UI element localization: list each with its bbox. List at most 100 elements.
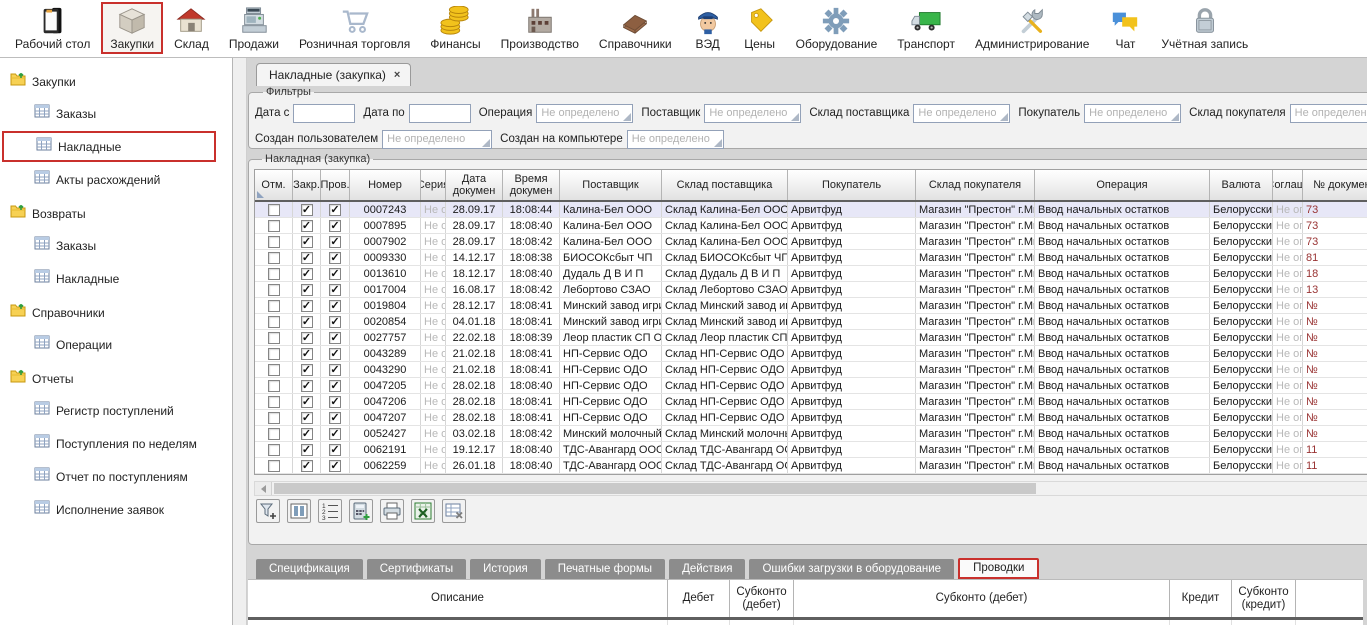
grid-tool-calculator-add-icon[interactable]: [349, 499, 373, 523]
grid-column-header-closed[interactable]: Закр.: [293, 170, 321, 200]
grid-tool-numbered-list-icon[interactable]: 123: [318, 499, 342, 523]
toolbar-button-склад[interactable]: Склад: [165, 2, 218, 54]
tree-folder-закупки[interactable]: Закупки: [0, 66, 232, 97]
grid-tool-excel-export-icon[interactable]: [411, 499, 435, 523]
checkbox-posted-checked[interactable]: ✓: [329, 204, 341, 216]
checkbox-posted-checked[interactable]: ✓: [329, 332, 341, 344]
checkbox-closed-checked[interactable]: ✓: [301, 396, 313, 408]
cell-posted[interactable]: ✓: [321, 282, 350, 297]
invoice-row-0007902[interactable]: ✓✓0007902Не определено28.09.1718:08:42Ка…: [255, 234, 1367, 250]
cell-mark[interactable]: [255, 266, 293, 281]
checkbox-marked-unchecked[interactable]: [268, 428, 280, 440]
filter-combo-склад-поставщика[interactable]: Не определено: [913, 104, 1010, 123]
cell-closed[interactable]: ✓: [293, 250, 321, 265]
grid-column-header-supplier[interactable]: Поставщик: [560, 170, 662, 200]
bottom-tab-история[interactable]: История: [470, 559, 541, 579]
invoice-row-0017004[interactable]: ✓✓0017004Не определено16.08.1718:08:42Ле…: [255, 282, 1367, 298]
invoice-row-0020854[interactable]: ✓✓0020854Не определено04.01.1818:08:41Ми…: [255, 314, 1367, 330]
scrollbar-track[interactable]: [272, 482, 1367, 495]
checkbox-closed-checked[interactable]: ✓: [301, 348, 313, 360]
tree-item-регистр-поступлений[interactable]: Регистр поступлений: [0, 394, 232, 427]
grid-tool-filter-add-icon[interactable]: [256, 499, 280, 523]
filter-combo-создан-на-компьютере[interactable]: Не определено: [627, 130, 724, 149]
cell-mark[interactable]: [255, 362, 293, 377]
cell-mark[interactable]: [255, 250, 293, 265]
grid-tool-table-remove-icon[interactable]: [442, 499, 466, 523]
toolbar-button-администрирование[interactable]: Администрирование: [966, 2, 1098, 54]
tree-item-операции[interactable]: Операции: [0, 328, 232, 361]
toolbar-button-справочники[interactable]: Справочники: [590, 2, 681, 54]
checkbox-closed-checked[interactable]: ✓: [301, 220, 313, 232]
checkbox-posted-checked[interactable]: ✓: [329, 236, 341, 248]
bottom-tab-спецификация[interactable]: Спецификация: [256, 559, 363, 579]
toolbar-button-цены[interactable]: Цены: [735, 2, 785, 54]
postings-empty-row[interactable]: [248, 620, 1363, 625]
checkbox-marked-unchecked[interactable]: [268, 300, 280, 312]
cell-mark[interactable]: [255, 378, 293, 393]
grid-column-header-supplierstore[interactable]: Склад поставщика: [662, 170, 788, 200]
cell-posted[interactable]: ✓: [321, 234, 350, 249]
invoice-row-0047207[interactable]: ✓✓0047207Не определено28.02.1818:08:41НП…: [255, 410, 1367, 426]
cell-posted[interactable]: ✓: [321, 266, 350, 281]
grid-column-header-currency[interactable]: Валюта: [1210, 170, 1273, 200]
checkbox-closed-checked[interactable]: ✓: [301, 460, 313, 472]
cell-mark[interactable]: [255, 234, 293, 249]
checkbox-closed-checked[interactable]: ✓: [301, 268, 313, 280]
cell-closed[interactable]: ✓: [293, 362, 321, 377]
checkbox-closed-checked[interactable]: ✓: [301, 316, 313, 328]
filter-combo-поставщик[interactable]: Не определено: [704, 104, 801, 123]
cell-closed[interactable]: ✓: [293, 458, 321, 473]
cell-mark[interactable]: [255, 282, 293, 297]
invoice-row-0007895[interactable]: ✓✓0007895Не определено28.09.1718:08:40Ка…: [255, 218, 1367, 234]
checkbox-closed-checked[interactable]: ✓: [301, 412, 313, 424]
cell-closed[interactable]: ✓: [293, 266, 321, 281]
cell-mark[interactable]: [255, 410, 293, 425]
cell-mark[interactable]: [255, 442, 293, 457]
cell-closed[interactable]: ✓: [293, 410, 321, 425]
tree-folder-возвраты[interactable]: Возвраты: [0, 198, 232, 229]
tree-item-заказы[interactable]: Заказы: [0, 97, 232, 130]
toolbar-button-рабочий-стол[interactable]: Рабочий стол: [6, 2, 99, 54]
checkbox-posted-checked[interactable]: ✓: [329, 412, 341, 424]
toolbar-button-производство[interactable]: Производство: [492, 2, 588, 54]
cell-posted[interactable]: ✓: [321, 378, 350, 393]
checkbox-marked-unchecked[interactable]: [268, 220, 280, 232]
tab-invoices-purchase[interactable]: Накладные (закупка) ×: [256, 63, 411, 86]
invoice-row-0027757[interactable]: ✓✓0027757Не определено22.02.1818:08:39Ле…: [255, 330, 1367, 346]
grid-tool-columns-icon[interactable]: [287, 499, 311, 523]
checkbox-posted-checked[interactable]: ✓: [329, 252, 341, 264]
invoice-row-0019804[interactable]: ✓✓0019804Не определено28.12.1718:08:41Ми…: [255, 298, 1367, 314]
cell-closed[interactable]: ✓: [293, 282, 321, 297]
checkbox-closed-checked[interactable]: ✓: [301, 364, 313, 376]
checkbox-posted-checked[interactable]: ✓: [329, 268, 341, 280]
toolbar-button-розничная-торговля[interactable]: Розничная торговля: [290, 2, 419, 54]
cell-posted[interactable]: ✓: [321, 250, 350, 265]
cell-closed[interactable]: ✓: [293, 426, 321, 441]
checkbox-marked-unchecked[interactable]: [268, 332, 280, 344]
grid-column-header-doc[interactable]: № документа: [1303, 170, 1367, 200]
toolbar-button-вэд[interactable]: ВЭД: [683, 2, 733, 54]
filter-combo-покупатель[interactable]: Не определено: [1084, 104, 1181, 123]
cell-posted[interactable]: ✓: [321, 442, 350, 457]
cell-mark[interactable]: [255, 394, 293, 409]
checkbox-marked-unchecked[interactable]: [268, 460, 280, 472]
cell-closed[interactable]: ✓: [293, 394, 321, 409]
sidebar-splitter[interactable]: [233, 58, 247, 625]
cell-posted[interactable]: ✓: [321, 314, 350, 329]
cell-closed[interactable]: ✓: [293, 378, 321, 393]
invoice-row-0009330[interactable]: ✓✓0009330Не определено14.12.1718:08:38БИ…: [255, 250, 1367, 266]
grid-column-header-operation[interactable]: Операция: [1035, 170, 1210, 200]
checkbox-posted-checked[interactable]: ✓: [329, 396, 341, 408]
checkbox-posted-checked[interactable]: ✓: [329, 444, 341, 456]
filter-combo-склад-покупателя[interactable]: Не определено: [1290, 104, 1367, 123]
cell-closed[interactable]: ✓: [293, 314, 321, 329]
cell-posted[interactable]: ✓: [321, 346, 350, 361]
checkbox-posted-checked[interactable]: ✓: [329, 460, 341, 472]
invoice-row-0052427[interactable]: ✓✓0052427Не определено03.02.1818:08:42Ми…: [255, 426, 1367, 442]
filter-combo-операция[interactable]: Не определено: [536, 104, 633, 123]
checkbox-posted-checked[interactable]: ✓: [329, 316, 341, 328]
tree-item-накладные[interactable]: Накладные: [2, 131, 216, 162]
invoice-row-0047205[interactable]: ✓✓0047205Не определено28.02.1818:08:40НП…: [255, 378, 1367, 394]
checkbox-closed-checked[interactable]: ✓: [301, 300, 313, 312]
checkbox-posted-checked[interactable]: ✓: [329, 364, 341, 376]
